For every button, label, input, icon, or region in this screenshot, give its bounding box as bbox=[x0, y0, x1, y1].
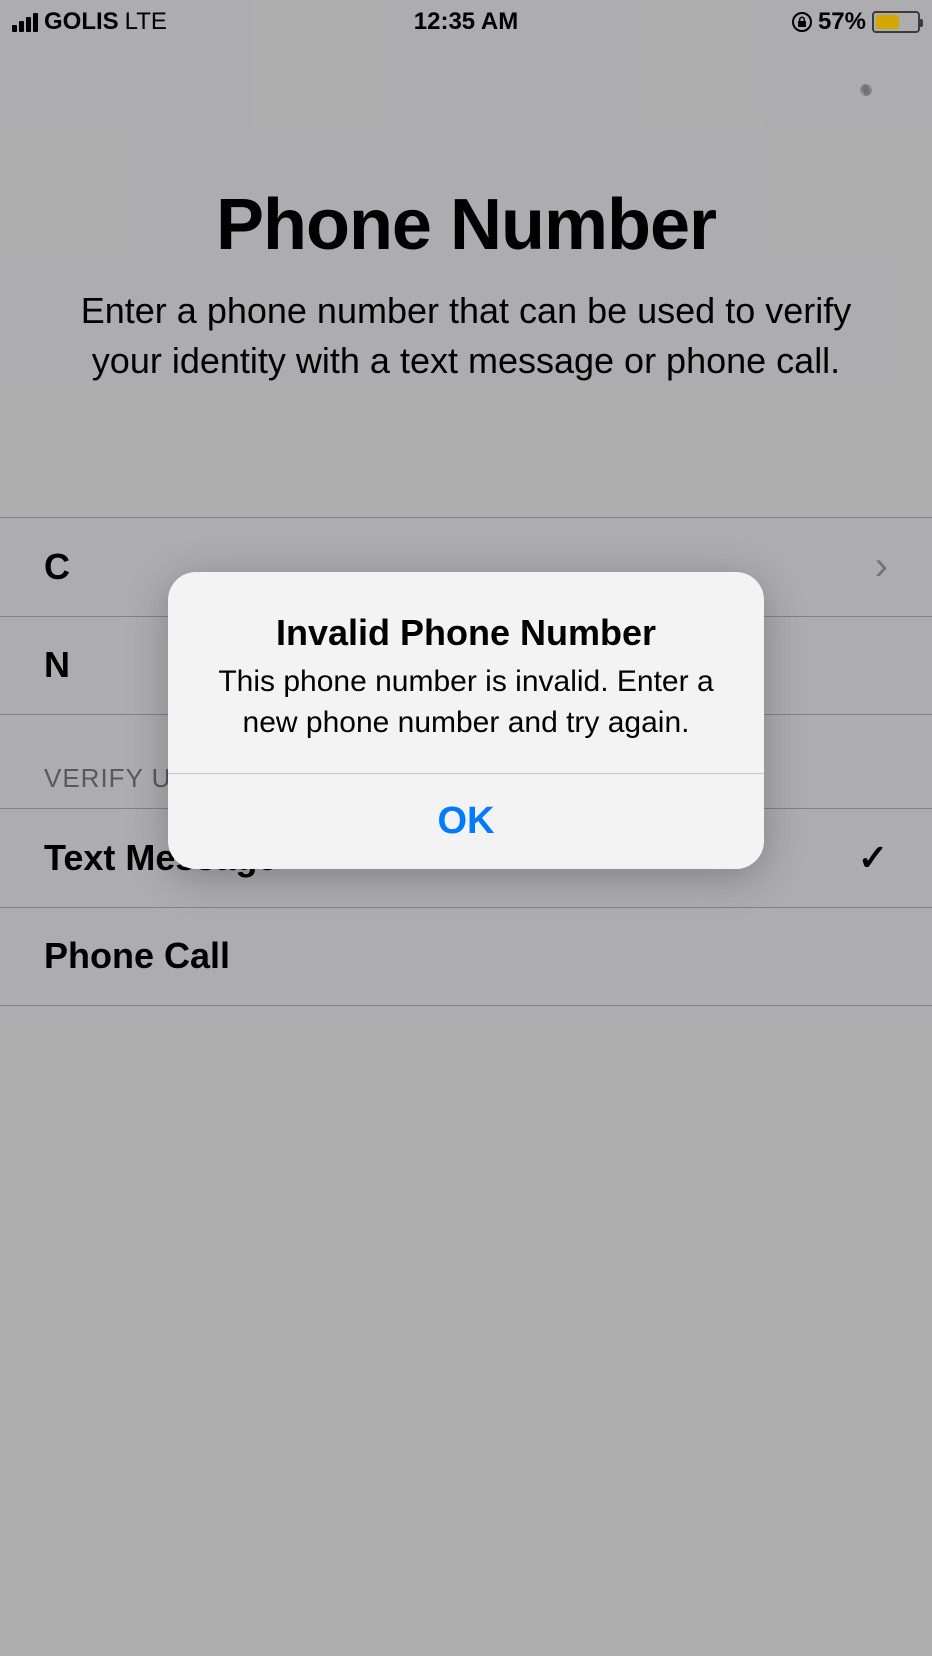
alert-message: This phone number is invalid. Enter a ne… bbox=[196, 662, 736, 743]
page-header: Phone Number Enter a phone number that c… bbox=[0, 44, 932, 387]
battery-icon bbox=[872, 11, 920, 33]
status-right: 57% bbox=[792, 8, 920, 36]
carrier-label: GOLIS bbox=[44, 8, 119, 36]
rotation-lock-icon bbox=[792, 12, 812, 32]
chevron-right-icon: › bbox=[875, 544, 888, 589]
status-bar: GOLIS LTE 12:35 AM 57% bbox=[0, 0, 932, 44]
alert-dialog: Invalid Phone Number This phone number i… bbox=[168, 572, 764, 869]
verify-option-phone-call[interactable]: Phone Call bbox=[0, 907, 932, 1006]
status-time: 12:35 AM bbox=[414, 8, 518, 36]
country-row-label: C bbox=[44, 546, 70, 588]
page-title: Phone Number bbox=[70, 184, 862, 266]
status-left: GOLIS LTE bbox=[12, 8, 167, 36]
alert-title: Invalid Phone Number bbox=[196, 612, 736, 654]
checkmark-icon: ✓ bbox=[858, 837, 888, 879]
alert-body: Invalid Phone Number This phone number i… bbox=[168, 572, 764, 773]
number-row-label: N bbox=[44, 644, 70, 686]
network-label: LTE bbox=[125, 8, 167, 36]
page-subtitle: Enter a phone number that can be used to… bbox=[70, 286, 862, 387]
ok-button[interactable]: OK bbox=[168, 773, 764, 869]
option-label: Phone Call bbox=[44, 935, 230, 977]
signal-icon bbox=[12, 12, 38, 32]
battery-percent: 57% bbox=[818, 8, 866, 36]
